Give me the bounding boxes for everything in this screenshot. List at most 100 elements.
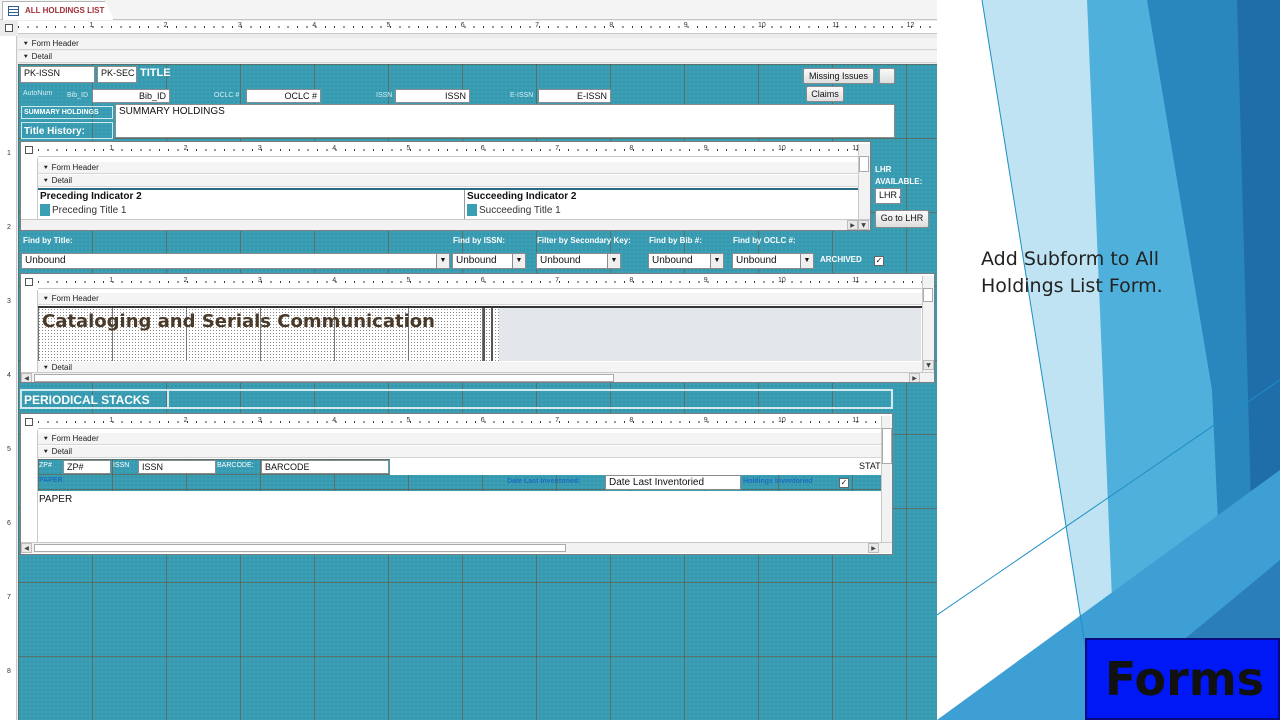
issn-field[interactable]: ISSN <box>138 460 216 474</box>
ruler-mark: 2 <box>183 277 188 284</box>
scroll-left-icon[interactable]: ◀ <box>21 373 32 382</box>
scroll-down-icon[interactable]: ▼ <box>923 360 934 370</box>
scroll-thumb[interactable] <box>882 428 892 464</box>
scroll-thumb[interactable] <box>859 156 869 172</box>
lhr-label: LHR <box>875 165 892 174</box>
vertical-ruler: 1 2 3 4 5 6 7 8 <box>0 36 17 720</box>
subform-horizontal-scrollbar[interactable]: ◀ ▶ <box>21 372 934 382</box>
forms-badge-text: Forms <box>1104 652 1265 706</box>
ruler-mark: 2 <box>163 22 168 29</box>
form-header-bar[interactable]: ⯆ Form Header <box>18 38 937 50</box>
ruler-mark: 8 <box>629 145 634 152</box>
scroll-thumb[interactable] <box>34 374 614 382</box>
blank-button[interactable] <box>879 68 895 84</box>
title-history-subform[interactable]: 1 2 3 4 5 6 7 8 9 10 11 ⯆ Form Header ⯆ Detail Prece… <box>20 141 871 231</box>
summary-holdings-label: SUMMARY HOLDINGS <box>21 106 113 119</box>
dropdown-arrow-icon[interactable]: ▼ <box>710 254 723 268</box>
ruler-mark: 6 <box>460 22 465 29</box>
date-last-inventoried-field[interactable]: Date Last Inventoried <box>605 475 741 490</box>
autonum-label: AutoNum <box>23 90 53 97</box>
eissn-field[interactable]: E-ISSN <box>538 89 611 103</box>
lhr-available-field[interactable]: LHR A <box>875 188 901 204</box>
subform-detail-bar[interactable]: ⯆ Detail <box>38 446 881 458</box>
dropdown-arrow-icon[interactable]: ▼ <box>436 254 449 268</box>
subform-vertical-scrollbar[interactable]: ▼ <box>922 276 934 372</box>
subform-horizontal-scrollbar[interactable]: ▶ ▼ <box>21 219 870 230</box>
section-arrow-icon: ⯆ <box>23 54 29 61</box>
bib-id-field[interactable]: Bib_ID <box>92 89 170 103</box>
communication-heading: Cataloging and Serials Communication <box>42 311 435 332</box>
preceding-title-field[interactable]: Preceding Title 1 <box>52 205 127 216</box>
tab-all-holdings-list[interactable]: ALL HOLDINGS LIST <box>2 1 114 20</box>
find-by-issn-combo[interactable]: Unbound ▼ <box>452 253 526 269</box>
ruler-mark: 11 <box>852 277 860 284</box>
dropdown-arrow-icon[interactable]: ▼ <box>607 254 620 268</box>
issn-field[interactable]: ISSN <box>395 89 470 103</box>
missing-issues-button[interactable]: Missing Issues <box>803 68 874 84</box>
subform-vruler <box>21 158 38 222</box>
go-to-lhr-button[interactable]: Go to LHR <box>875 210 929 228</box>
dropdown-arrow-icon[interactable]: ▼ <box>512 254 525 268</box>
scroll-right-icon[interactable]: ▶ <box>909 373 920 382</box>
section-arrow-icon: ⯆ <box>23 41 29 48</box>
issn-label: ISSN <box>113 462 130 469</box>
ruler-mark: 5 <box>406 145 411 152</box>
find-by-issn-label: Find by ISSN: <box>453 236 505 245</box>
summary-holdings-field[interactable]: SUMMARY HOLDINGS <box>115 104 895 138</box>
ruler-mark: 1 <box>109 145 114 152</box>
zp-field[interactable]: ZP# <box>63 460 111 474</box>
scroll-down-icon[interactable]: ▼ <box>858 220 869 230</box>
periodical-stacks-subform[interactable]: 1 2 3 4 5 6 7 8 9 10 11 ⯆ Form Header ⯆ Detail ZP# Z… <box>20 413 893 555</box>
subform-selector[interactable] <box>25 278 33 286</box>
archived-checkbox[interactable]: ✓ <box>874 256 884 266</box>
slide-caption: Add Subform to All Holdings List Form. <box>981 248 1163 297</box>
lhr-available-label: AVAILABLE: <box>875 177 923 186</box>
ruler-mark: 10 <box>778 277 786 284</box>
vruler-mark: 2 <box>7 224 11 231</box>
subform-horizontal-scrollbar[interactable]: ◀ ▶ <box>21 542 892 553</box>
detail-bar[interactable]: ⯆ Detail <box>18 51 937 63</box>
dropdown-arrow-icon[interactable]: ▼ <box>800 254 813 268</box>
ruler-mark: 7 <box>535 22 539 29</box>
ruler-mark: 11 <box>852 417 860 424</box>
vruler-mark: 6 <box>7 520 11 527</box>
stat-field[interactable]: STAT <box>859 461 881 471</box>
scroll-thumb[interactable] <box>923 288 933 302</box>
scroll-left-icon[interactable]: ◀ <box>21 543 32 553</box>
claims-button[interactable]: Claims <box>806 86 844 102</box>
find-by-oclc-combo[interactable]: Unbound ▼ <box>732 253 814 269</box>
find-by-bib-combo[interactable]: Unbound ▼ <box>648 253 724 269</box>
form-selector[interactable] <box>5 24 13 32</box>
scroll-thumb[interactable] <box>34 544 566 552</box>
communication-subform[interactable]: 1 2 3 4 5 6 7 8 9 10 11 ⯆ Form Header Cataloging an… <box>20 273 935 383</box>
stacks-row-blank <box>390 459 881 475</box>
ruler-mark: 9 <box>683 22 688 29</box>
section-arrow-icon: ⯆ <box>43 296 49 303</box>
subform-selector[interactable] <box>25 146 33 154</box>
filter-by-secondary-key-combo[interactable]: Unbound ▼ <box>536 253 621 269</box>
subform-form-header-bar[interactable]: ⯆ Form Header <box>38 433 881 445</box>
holdings-inventoried-checkbox[interactable]: ✓ <box>839 478 849 488</box>
oclc-field[interactable]: OCLC # <box>246 89 321 103</box>
ruler-mark: 11 <box>832 22 840 29</box>
subform-vertical-scrollbar[interactable] <box>858 144 870 219</box>
subform-selector[interactable] <box>25 418 33 426</box>
pk-sec-field[interactable]: PK-SEC <box>97 66 137 83</box>
paper-field[interactable]: PAPER <box>39 494 72 505</box>
ruler-mark: 7 <box>555 417 559 424</box>
section-arrow-icon: ⯆ <box>43 165 49 172</box>
find-by-title-combo[interactable]: Unbound ▼ <box>21 253 450 269</box>
barcode-field[interactable]: BARCODE <box>261 460 389 474</box>
subform-form-header-bar[interactable]: ⯆ Form Header <box>38 293 922 305</box>
holdings-inventoried-label: Holdings Inventoried <box>743 478 813 485</box>
pk-issn-field[interactable]: PK-ISSN <box>20 66 95 83</box>
vruler-mark: 5 <box>7 446 11 453</box>
section-arrow-icon: ⯆ <box>43 436 49 443</box>
subform-form-header-bar[interactable]: ⯆ Form Header <box>38 162 858 174</box>
succeeding-title-field[interactable]: Succeeding Title 1 <box>479 205 561 216</box>
scroll-right-icon[interactable]: ▶ <box>847 220 858 230</box>
ruler-mark: 7 <box>555 277 559 284</box>
subform-detail-bar[interactable]: ⯆ Detail <box>38 175 858 187</box>
scroll-right-icon[interactable]: ▶ <box>868 543 879 553</box>
subform-vertical-scrollbar[interactable] <box>881 416 892 542</box>
